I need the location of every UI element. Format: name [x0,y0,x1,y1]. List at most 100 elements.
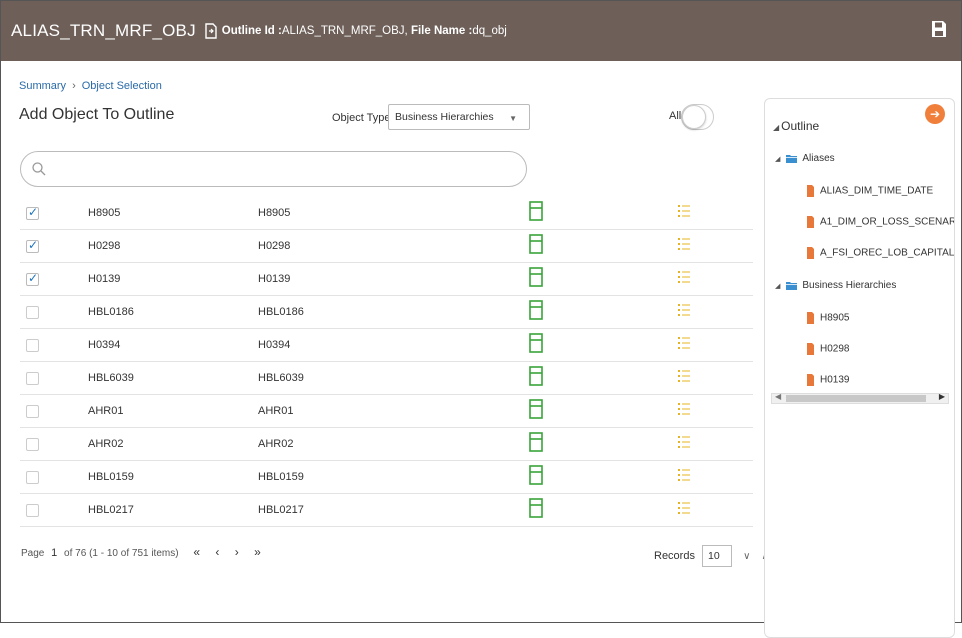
table-row[interactable]: AHR02 AHR02 [20,428,753,461]
outline-panel-title: ◢ Outline [773,119,819,133]
tree-leaf-node[interactable]: H0139 [807,374,849,386]
table-row[interactable]: HBL6039 HBL6039 [20,362,753,395]
list-icon[interactable] [678,270,690,284]
row-checkbox[interactable] [26,306,39,319]
view-details-icon[interactable] [529,366,543,386]
table-row[interactable]: HBL0159 HBL0159 [20,461,753,494]
tree-leaf-node[interactable]: A_FSI_OREC_LOB_CAPITAL_SUMM [807,247,955,259]
object-types-label: Object Types [332,112,396,124]
row-checkbox[interactable] [26,339,39,352]
records-down-icon[interactable]: ∨ [743,551,750,562]
tree-leaf-node[interactable]: A1_DIM_OR_LOSS_SCENARIO [807,216,954,228]
outline-id-value: ALIAS_TRN_MRF_OBJ, [281,25,408,37]
row-code: H0298 [88,240,121,252]
view-details-icon[interactable] [529,432,543,452]
breadcrumb-current[interactable]: Object Selection [82,80,162,92]
expand-triangle-icon[interactable]: ◢ [775,156,780,163]
row-checkbox[interactable] [26,438,39,451]
outline-panel: ◢ Outline ➔ ◢ Aliases ALIAS_DIM_TIME_DATE A1… [764,98,955,638]
table-row[interactable]: HBL0217 HBL0217 [20,494,753,527]
view-details-icon[interactable] [529,300,543,320]
table-row[interactable]: HBL0186 HBL0186 [20,296,753,329]
list-icon[interactable] [678,435,690,449]
records-label: Records [654,549,695,562]
outline-document-icon [205,23,217,39]
tree-leaf-label: H8905 [820,312,850,324]
table-row[interactable]: AHR01 AHR01 [20,395,753,428]
row-code: AHR02 [88,438,124,450]
row-checkbox[interactable]: ✓ [26,238,39,253]
horizontal-scrollbar[interactable]: ◀ ▶ [771,392,949,404]
view-details-icon[interactable] [529,267,543,287]
object-types-select[interactable]: Business Hierarchies ▼ [388,104,530,130]
first-page-button[interactable]: « [193,545,202,559]
list-icon[interactable] [678,336,690,350]
outline-panel-label: Outline [781,119,820,133]
folder-icon [786,154,798,163]
breadcrumb-separator: › [72,80,76,92]
scroll-left-icon[interactable]: ◀ [775,392,781,401]
arrow-right-icon[interactable]: ➔ [925,104,945,124]
list-icon[interactable] [678,402,690,416]
tree-folder-node[interactable]: ◢ Aliases [775,153,835,164]
tree-leaf-label: H0298 [820,343,850,355]
row-name: HBL0217 [258,504,304,516]
records-input[interactable]: 10 [702,545,733,567]
view-details-icon[interactable] [529,333,543,353]
view-details-icon[interactable] [529,234,543,254]
page-number[interactable]: 1 [51,547,57,559]
tree-leaf-label: A_FSI_OREC_LOB_CAPITAL_SUMM [820,247,955,259]
list-icon[interactable] [678,237,690,251]
page-title: Add Object To Outline [19,106,175,123]
row-checkbox[interactable] [26,504,39,517]
outline-meta: Outline Id :ALIAS_TRN_MRF_OBJ, File Name… [222,25,507,37]
tree-leaf-node[interactable]: H0298 [807,343,849,355]
view-details-icon[interactable] [529,399,543,419]
row-checkbox[interactable] [26,471,39,484]
row-checkbox[interactable]: ✓ [26,271,39,286]
table-row[interactable]: ✓ H0139 H0139 [20,263,753,296]
last-page-button[interactable]: » [254,545,263,559]
view-details-icon[interactable] [529,465,543,485]
row-code: HBL6039 [88,372,134,384]
prev-page-button[interactable]: ‹ [215,545,221,559]
object-table: ✓ H8905 H8905 ✓ H0298 H0298 ✓ H0139 H0139 HBL0186… [20,197,753,527]
list-icon[interactable] [678,303,690,317]
checkmark-icon: ✓ [28,238,39,252]
save-icon[interactable] [931,20,947,38]
list-icon[interactable] [678,204,690,218]
checkmark-icon: ✓ [28,271,39,285]
next-page-button[interactable]: › [235,545,241,559]
collapse-triangle-icon[interactable]: ◢ [773,123,779,132]
list-icon[interactable] [678,369,690,383]
row-code: HBL0186 [88,306,134,318]
view-details-icon[interactable] [529,201,543,221]
scroll-right-icon[interactable]: ▶ [939,392,945,401]
outline-id-label: Outline Id : [221,25,282,37]
tree-leaf-node[interactable]: H8905 [807,312,849,324]
view-details-icon[interactable] [529,498,543,518]
list-icon[interactable] [678,468,690,482]
items-info: (1 - 10 of 751 items) [89,548,179,559]
table-row[interactable]: ✓ H8905 H8905 [20,197,753,230]
row-checkbox[interactable]: ✓ [26,205,39,220]
search-box [20,151,527,187]
table-row[interactable]: H0394 H0394 [20,329,753,362]
row-name: HBL0159 [258,471,304,483]
row-name: HBL6039 [258,372,304,384]
row-name: H0298 [258,240,291,252]
expand-triangle-icon[interactable]: ◢ [775,283,780,290]
tree-folder-node[interactable]: ◢ Business Hierarchies [775,280,896,291]
row-checkbox[interactable] [26,405,39,418]
tree-leaf-node[interactable]: ALIAS_DIM_TIME_DATE [807,185,933,197]
table-row[interactable]: ✓ H0298 H0298 [20,230,753,263]
row-checkbox[interactable] [26,372,39,385]
breadcrumb-summary-link[interactable]: Summary [19,80,66,92]
pager: Page 1 of 76 (1 - 10 of 751 items) « ‹ ›… [21,545,271,559]
toggle-knob [682,105,706,129]
all-toggle[interactable] [681,104,714,130]
scrollbar-thumb[interactable] [786,395,926,402]
list-icon[interactable] [678,501,690,515]
search-icon [32,162,46,176]
search-input[interactable] [53,160,513,178]
